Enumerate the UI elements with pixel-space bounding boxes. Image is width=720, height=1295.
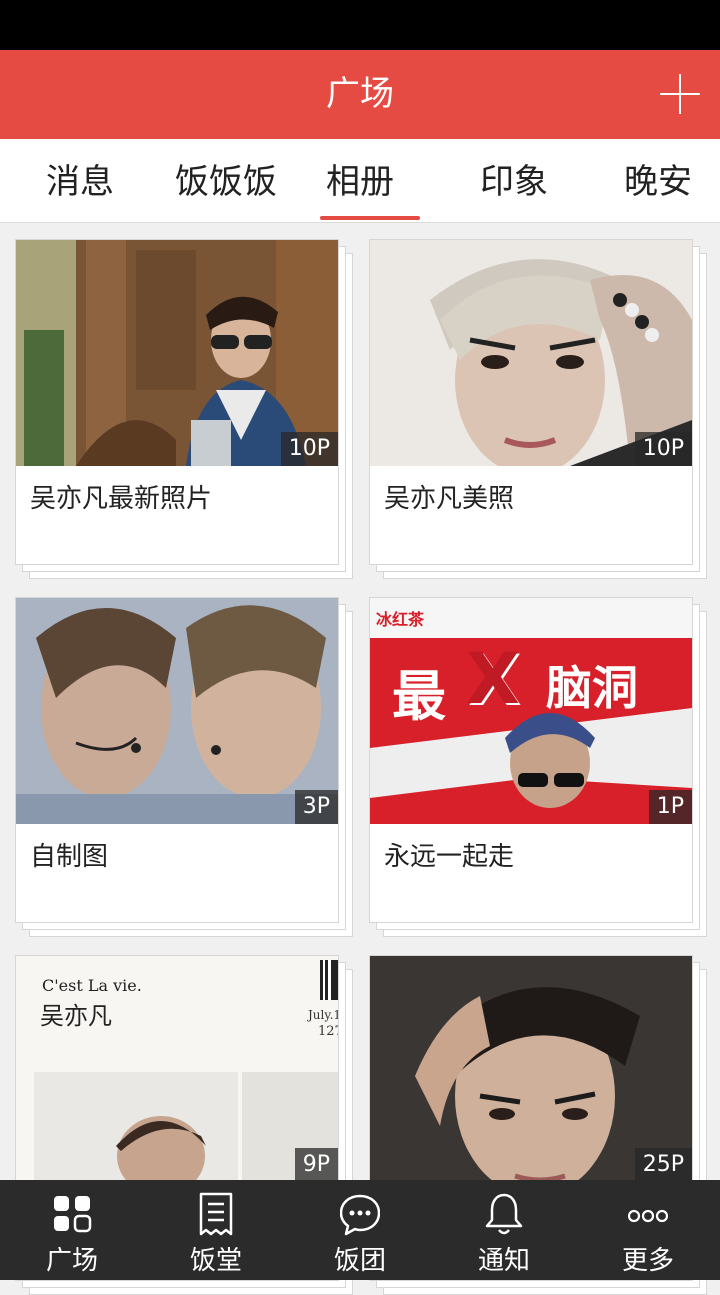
album-cover: C'est La vie. 吴亦凡 July.1 127 9P [16,956,338,1182]
ad-brand: 冰红茶 [376,610,425,629]
nav-group[interactable]: 饭团 [288,1180,432,1280]
nav-label: 饭堂 [189,1246,242,1276]
grid-icon [54,1196,92,1233]
photo-count-badge: 10P [280,432,338,466]
album-cover: 10P [370,240,692,466]
status-bar [0,0,720,50]
photo-count-badge: 9P [294,1148,338,1182]
ad-text-left: 最 [392,665,446,728]
tab-fan[interactable]: 饭饭饭 [154,139,298,222]
document-icon [199,1192,233,1236]
album-card[interactable]: 10P 吴亦凡最新照片 [15,239,353,579]
album-cover: 3P [16,598,338,824]
ad-text-right: 脑洞 [546,661,638,715]
tab-label: 印象 [480,162,548,202]
photo-count-badge: 10P [634,432,692,466]
nav-more[interactable]: 更多 [576,1180,720,1280]
photo-count-badge: 3P [294,790,338,824]
nav-notify[interactable]: 通知 [432,1180,576,1280]
cover-text-line2: 吴亦凡 [40,1002,112,1030]
nav-hall[interactable]: 饭堂 [144,1180,288,1280]
photo-count-badge: 1P [648,790,692,824]
chat-bubble-icon [340,1194,380,1236]
bell-icon [485,1193,523,1235]
cover-text-date: July.1 [308,1008,338,1022]
album-card[interactable]: 10P 吴亦凡美照 [369,239,707,579]
album-card[interactable]: 3P 自制图 [15,597,353,937]
tab-label: 相册 [326,162,394,202]
album-title: 吴亦凡最新照片 [30,484,213,514]
more-dots-icon [628,1209,668,1223]
nav-square[interactable]: 广场 [0,1180,144,1280]
nav-label: 通知 [477,1246,530,1276]
tab-album[interactable]: 相册 [288,139,432,222]
ad-text-x: X [466,638,520,720]
bottom-nav: 广场 饭堂 饭团 通知 更多 [0,1180,720,1280]
album-title: 永远一起走 [384,842,515,872]
tab-label: 饭饭饭 [175,162,277,202]
page-title: 广场 [326,74,394,114]
photo-count-badge: 25P [634,1148,692,1182]
tab-impression[interactable]: 印象 [442,139,586,222]
album-cover: 25P [370,956,692,1182]
album-title: 吴亦凡美照 [384,484,515,514]
tab-messages[interactable]: 消息 [8,139,152,222]
nav-label: 广场 [45,1246,98,1276]
cover-text-line1: C'est La vie. [42,976,142,995]
album-card[interactable]: 冰红茶 最 X 脑洞 1P 永远一起走 [369,597,707,937]
nav-label: 饭团 [333,1246,386,1276]
active-tab-indicator [320,216,420,220]
plus-icon[interactable] [660,74,700,114]
cover-text-num: 127 [318,1024,338,1039]
album-cover: 冰红茶 最 X 脑洞 1P [370,598,692,824]
tab-label: 消息 [46,162,114,202]
title-bar: 广场 [0,50,720,139]
album-title: 自制图 [30,842,109,872]
tab-label: 晚安 [624,162,692,202]
tab-bar: 消息 饭饭饭 相册 印象 晚安 [0,139,720,223]
tab-goodnight[interactable]: 晚安 [586,139,720,222]
album-cover: 10P [16,240,338,466]
nav-label: 更多 [621,1246,674,1276]
